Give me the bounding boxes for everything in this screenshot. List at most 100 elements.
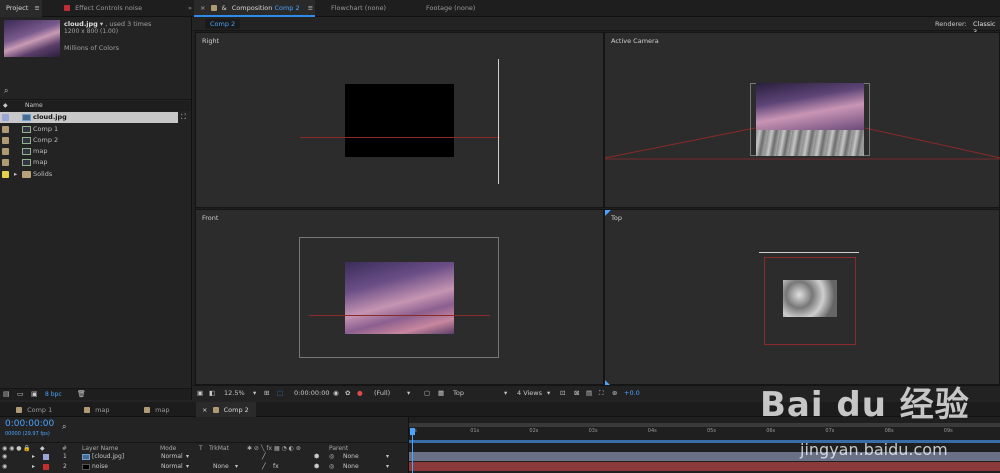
views-layout-dropdown[interactable]: 4 Views: [517, 389, 542, 397]
view-top[interactable]: Top: [604, 209, 1000, 386]
safe-margins-icon[interactable]: ⊞: [264, 389, 269, 397]
label-color[interactable]: [2, 159, 9, 166]
chevron-down-icon[interactable]: ▾: [235, 462, 238, 472]
eye-icon[interactable]: ◉: [2, 462, 7, 472]
parent-dropdown[interactable]: None: [343, 462, 359, 472]
list-item[interactable]: Comp 2: [0, 135, 191, 146]
flowchart-icon[interactable]: ⛶: [599, 389, 604, 398]
chevron-down-icon[interactable]: ▾: [186, 452, 189, 462]
layer-name[interactable]: noise: [92, 462, 108, 472]
panel-menu-icon[interactable]: »: [182, 0, 192, 17]
tab-project[interactable]: Project ≡: [0, 0, 42, 17]
expand-arrow-icon[interactable]: ▸: [32, 462, 35, 472]
layer-name[interactable]: [cloud.jpg]: [92, 452, 124, 462]
resolution-dropdown[interactable]: (Full): [374, 389, 390, 397]
quality-icon[interactable]: ╱: [262, 462, 266, 472]
interpret-footage-icon[interactable]: ▤: [3, 390, 10, 398]
flowchart-icon[interactable]: ⛶: [181, 113, 186, 122]
tab-composition[interactable]: × & Composition Comp 2 ≡: [194, 0, 315, 17]
column-header-name[interactable]: Name: [25, 102, 43, 109]
label-color[interactable]: [2, 126, 9, 133]
view-front[interactable]: Front: [195, 209, 604, 385]
tab-effect-controls[interactable]: Effect Controls noise: [58, 0, 183, 17]
chevron-down-icon[interactable]: ▾: [407, 389, 410, 397]
label-color[interactable]: [2, 171, 9, 178]
expand-arrow-icon[interactable]: ▸: [32, 452, 35, 462]
new-composition-icon[interactable]: ▣: [31, 390, 38, 398]
view-right[interactable]: Right: [195, 32, 604, 208]
chevron-down-icon[interactable]: ▾: [100, 20, 103, 28]
chevron-down-icon[interactable]: ▾: [504, 389, 507, 397]
column-header-layer-name[interactable]: Layer Name: [82, 445, 118, 452]
fast-previews-icon[interactable]: ⊠: [574, 389, 579, 397]
blend-mode-dropdown[interactable]: Normal: [161, 462, 183, 472]
table-row[interactable]: ◉ ▸ 1 [cloud.jpg] Normal ▾ ╱ ⬢ ◎ None ▾: [0, 452, 408, 462]
list-item[interactable]: map: [0, 157, 191, 168]
region-icon[interactable]: ◧: [209, 389, 215, 397]
parent-dropdown[interactable]: None: [343, 452, 359, 462]
new-folder-icon[interactable]: ▭: [17, 390, 24, 398]
list-item[interactable]: Comp 1: [0, 124, 191, 135]
toggle-pixel-aspect-icon[interactable]: ⊡: [560, 389, 565, 397]
cloud-sky-image: [756, 83, 864, 130]
pickwhip-icon[interactable]: ◎: [329, 452, 334, 462]
ruler-tick-label: 08s: [884, 428, 894, 434]
chevron-down-icon[interactable]: ▾: [547, 389, 550, 397]
tab-label: map: [95, 406, 110, 414]
chevron-down-icon[interactable]: ▾: [386, 452, 389, 462]
3d-layer-icon[interactable]: ⬢: [314, 462, 319, 472]
zoom-dropdown[interactable]: 12.5%: [224, 389, 245, 397]
ruler-tick-label: 03s: [588, 428, 598, 434]
list-item[interactable]: ▸ Solids: [0, 169, 191, 180]
chevron-down-icon[interactable]: ▾: [186, 462, 189, 472]
hamburger-icon[interactable]: ≡: [34, 4, 39, 12]
list-item[interactable]: map: [0, 146, 191, 157]
channel-icon[interactable]: ●: [357, 389, 363, 397]
show-snapshot-icon[interactable]: ✿: [345, 389, 350, 397]
trkmat-dropdown[interactable]: None: [213, 462, 229, 472]
label-color[interactable]: [2, 114, 9, 121]
hamburger-icon[interactable]: ≡: [308, 4, 313, 12]
current-time-display[interactable]: 0:00:00:00: [294, 389, 330, 397]
always-preview-icon[interactable]: ▣: [197, 389, 203, 397]
search-icon[interactable]: ⌕: [4, 86, 8, 96]
close-icon[interactable]: ×: [200, 4, 205, 12]
eye-icon[interactable]: ◉: [2, 452, 7, 462]
expand-arrow-icon[interactable]: ▸: [14, 169, 17, 180]
label-color[interactable]: [2, 137, 9, 144]
pickwhip-icon[interactable]: ◎: [329, 462, 334, 472]
chevron-down-icon[interactable]: ▾: [253, 389, 256, 397]
view-active-camera[interactable]: Active Camera: [604, 32, 1000, 208]
blend-mode-dropdown[interactable]: Normal: [161, 452, 183, 462]
mask-visibility-icon[interactable]: ⬚: [277, 389, 283, 397]
layer-bar-noise[interactable]: [409, 462, 1000, 471]
effects-icon[interactable]: fx: [273, 462, 279, 472]
comp-breadcrumb[interactable]: Comp 2: [205, 19, 241, 29]
3d-layer-icon[interactable]: ⬢: [314, 452, 319, 462]
playhead-icon[interactable]: [410, 428, 415, 435]
transparency-grid-icon[interactable]: ▦: [438, 389, 444, 397]
label-color[interactable]: [43, 464, 49, 470]
view-dropdown[interactable]: Top: [453, 389, 464, 397]
quality-icon[interactable]: ╱: [262, 452, 266, 462]
bit-depth-button[interactable]: 8 bpc: [45, 391, 62, 398]
label-color[interactable]: [43, 454, 49, 460]
snapshot-icon[interactable]: ◉: [333, 389, 339, 397]
search-icon[interactable]: ⌕: [62, 422, 66, 432]
exposure-reset-icon[interactable]: ⊛: [612, 389, 617, 397]
layer-solid: [345, 84, 454, 157]
trash-icon[interactable]: 🗑: [77, 390, 86, 398]
current-time[interactable]: 0:00:00:00: [5, 419, 54, 429]
lock-icon[interactable]: &: [222, 4, 227, 12]
chevron-down-icon[interactable]: ▾: [386, 462, 389, 472]
tab-flowchart[interactable]: Flowchart (none): [325, 0, 415, 17]
label-swatch: [84, 407, 90, 413]
close-icon[interactable]: ×: [202, 406, 207, 414]
region-of-interest-icon[interactable]: ▢: [424, 389, 430, 397]
list-item[interactable]: cloud.jpg: [0, 112, 178, 123]
table-row[interactable]: ◉ ▸ 2 noise Normal ▾ None ▾ ╱ fx ⬢ ◎ Non…: [0, 462, 408, 472]
label-color[interactable]: [2, 148, 9, 155]
tab-footage[interactable]: Footage (none): [420, 0, 510, 17]
timeline-icon[interactable]: ▤: [586, 389, 592, 397]
exposure-value[interactable]: +0.0: [624, 389, 640, 397]
